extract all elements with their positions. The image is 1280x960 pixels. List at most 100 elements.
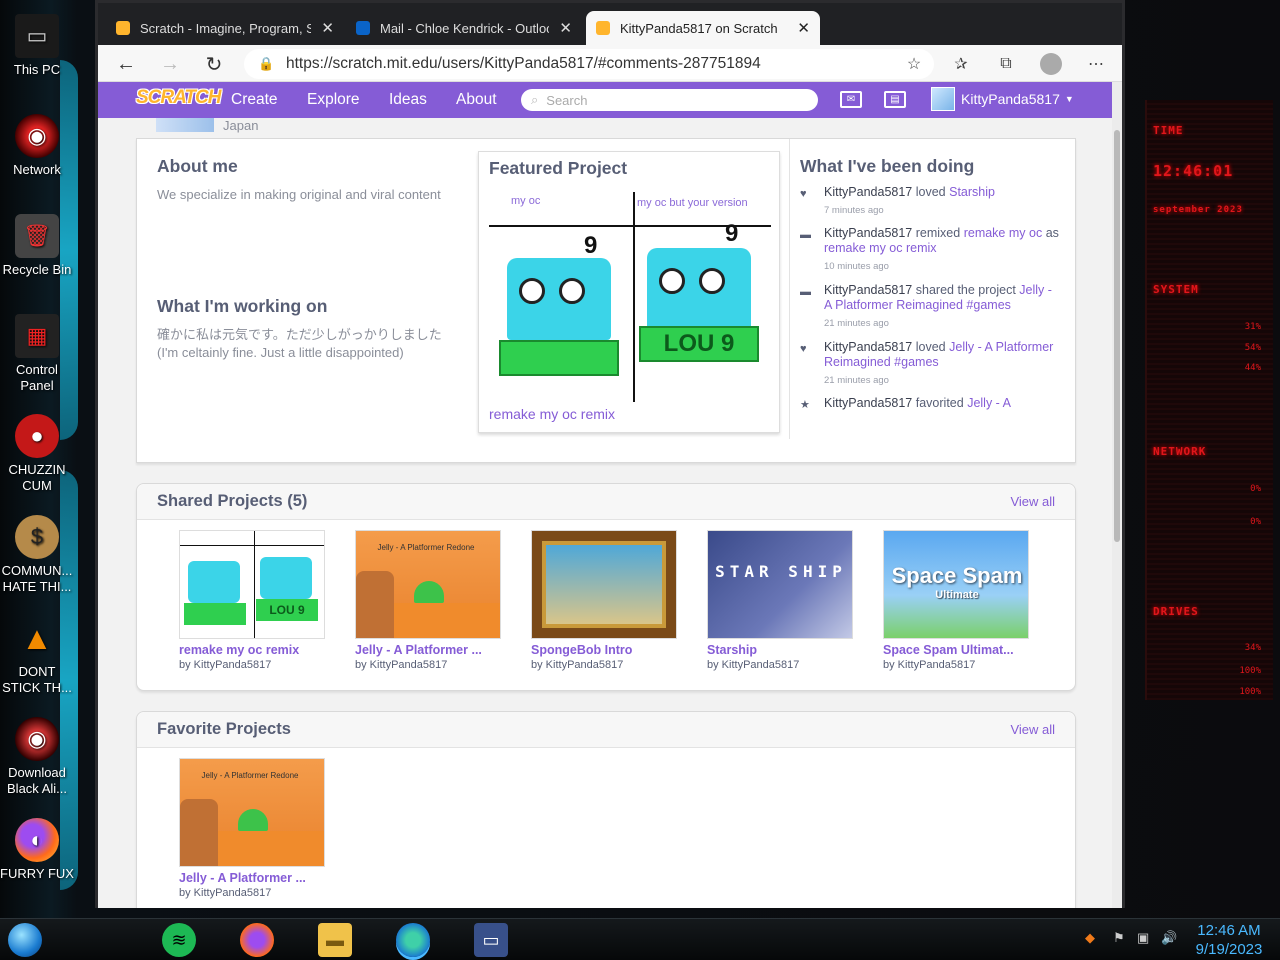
url-field[interactable]: 🔒 https://scratch.mit.edu/users/KittyPan… [244, 49, 934, 79]
browser-window: Scratch - Imagine, Program, Sha ✕ Mail -… [95, 0, 1125, 908]
desktop-icon-network[interactable]: ◉ Network [0, 114, 74, 178]
add-favorite-icon[interactable]: ☆ [901, 51, 927, 77]
project-thumbnail[interactable]: STAR SHIP [707, 530, 853, 639]
project-title[interactable]: Starship [707, 643, 853, 657]
close-tab-icon[interactable]: ✕ [321, 19, 334, 37]
scratch-navbar: SCRATCH Create Explore Ideas About ⌕ Sea… [98, 82, 1112, 118]
flag-icon[interactable]: ⚑ [1113, 930, 1125, 946]
tab-kittypanda[interactable]: KittyPanda5817 on Scratch ✕ [586, 11, 820, 45]
tray-app-icon[interactable]: ◆ [1085, 930, 1095, 946]
start-button[interactable] [8, 923, 42, 957]
project-thumbnail[interactable]: LOU 9 [179, 530, 325, 639]
project-author[interactable]: by KittyPanda5817 [883, 659, 1029, 671]
pirate-painting [542, 541, 666, 628]
nav-about[interactable]: About [456, 91, 497, 109]
activity-panel: What I've been doing ♥ KittyPanda5817 lo… [789, 139, 1075, 439]
widget-drive-value: 100% [1239, 666, 1261, 676]
close-tab-icon[interactable]: ✕ [559, 19, 572, 37]
project-thumbnail[interactable]: Jelly - A Platformer Redone [179, 758, 325, 867]
close-tab-icon[interactable]: ✕ [797, 19, 810, 37]
app-icon[interactable]: ▭ [474, 923, 508, 957]
outlook-favicon-icon [356, 21, 370, 35]
remix-icon: ▬ [800, 229, 811, 241]
desktop-icon-control-panel[interactable]: ▦ Control Panel [0, 314, 74, 394]
desktop-icon-download-black-alien[interactable]: ◉ Download Black Ali... [0, 717, 74, 797]
user-menu[interactable]: KittyPanda5817 ▼ [931, 87, 1074, 111]
network-tray-icon[interactable]: ▣ [1137, 930, 1149, 946]
edge-icon[interactable] [396, 923, 430, 957]
shared-view-all-link[interactable]: View all [1010, 494, 1055, 509]
project-card[interactable]: LOU 9 remake my oc remix by KittyPanda58… [179, 530, 325, 671]
project-card[interactable]: Space Spam Ultimate Space Spam Ultimat..… [883, 530, 1029, 671]
refresh-icon[interactable]: ↻ [201, 51, 227, 77]
project-title[interactable]: Space Spam Ultimat... [883, 643, 1029, 657]
project-thumbnail[interactable] [531, 530, 677, 639]
desktop-icon-dont-stick[interactable]: ▲ DONT STICK TH... [0, 616, 74, 696]
system-monitor-widget: TIME 12:46:01 september 2023 SYSTEM 31% … [1145, 100, 1273, 700]
favorites-view-all-link[interactable]: View all [1010, 722, 1055, 737]
project-author[interactable]: by KittyPanda5817 [179, 887, 325, 899]
profile-location: Japan [223, 118, 259, 133]
project-author[interactable]: by KittyPanda5817 [355, 659, 501, 671]
working-on-text: (I'm celtainly fine. Just a little disap… [157, 345, 404, 360]
project-thumbnail[interactable]: Space Spam Ultimate [883, 530, 1029, 639]
spotify-icon[interactable]: ≋ [162, 923, 196, 957]
project-author[interactable]: by KittyPanda5817 [179, 659, 325, 671]
firefox-icon[interactable] [240, 923, 274, 957]
file-explorer-icon[interactable]: ▬ [318, 923, 352, 957]
project-title[interactable]: SpongeBob Intro [531, 643, 677, 657]
back-icon[interactable]: ← [113, 51, 139, 77]
project-title[interactable]: Jelly - A Platformer ... [179, 871, 325, 885]
featured-project-link[interactable]: remake my oc remix [489, 406, 615, 422]
widget-drives-label: DRIVES [1153, 605, 1199, 618]
system-clock[interactable]: 12:46 AM 9/19/2023 [1186, 921, 1272, 959]
project-title[interactable]: Jelly - A Platformer ... [355, 643, 501, 657]
forward-icon[interactable]: → [157, 51, 183, 77]
favorites-icon[interactable]: ✰ [948, 51, 974, 77]
project-title[interactable]: remake my oc remix [179, 643, 325, 657]
profile-details-box: About me We specialize in making origina… [136, 138, 1076, 463]
this-pc-icon: ▭ [15, 14, 59, 58]
collections-icon[interactable]: ⧉ [993, 51, 1019, 77]
featured-project-card[interactable]: Featured Project my oc my oc but your ve… [478, 151, 780, 433]
project-thumbnail[interactable]: Jelly - A Platformer Redone [355, 530, 501, 639]
messages-icon[interactable]: ✉ [840, 91, 862, 108]
tab-outlook[interactable]: Mail - Chloe Kendrick - Outlook ✕ [346, 11, 582, 45]
widget-network-value: 0% [1250, 517, 1261, 527]
control-panel-icon: ▦ [15, 314, 59, 358]
page-scrollbar[interactable] [1112, 82, 1122, 908]
search-input[interactable]: ⌕ Search [521, 89, 818, 111]
widget-date-value: september 2023 [1153, 205, 1243, 215]
nav-create[interactable]: Create [231, 91, 278, 109]
widget-system-value: 54% [1244, 343, 1261, 353]
scrollbar-thumb[interactable] [1114, 130, 1120, 542]
scratch-logo[interactable]: SCRATCH [136, 87, 221, 109]
project-card[interactable]: Jelly - A Platformer Redone Jelly - A Pl… [355, 530, 501, 671]
project-author[interactable]: by KittyPanda5817 [531, 659, 677, 671]
widget-time-value: 12:46:01 [1153, 162, 1234, 180]
widget-drive-value: 100% [1239, 687, 1261, 697]
project-card[interactable]: SpongeBob Intro by KittyPanda5817 [531, 530, 677, 671]
desktop-icon-commun[interactable]: $ COMMUN... HATE THI... [0, 515, 74, 595]
tab-scratch-home[interactable]: Scratch - Imagine, Program, Sha ✕ [106, 11, 344, 45]
heart-icon: ♥ [800, 188, 807, 200]
desktop-icon-recycle-bin[interactable]: 🗑 Recycle Bin [0, 214, 74, 278]
nav-explore[interactable]: Explore [307, 91, 360, 109]
vlc-cone-icon: ▲ [21, 620, 53, 656]
favorite-projects-box: Favorite Projects View all Jelly - A Pla… [136, 711, 1076, 908]
address-bar: ← → ↻ 🔒 https://scratch.mit.edu/users/Ki… [98, 45, 1122, 82]
desktop-icon-this-pc[interactable]: ▭ This PC [0, 14, 74, 78]
featured-project-thumbnail[interactable]: my oc my oc but your version 9 LOU 9 9 [489, 192, 771, 402]
desktop-icon-chuzzin[interactable]: ● CHUZZIN CUM [0, 414, 74, 494]
nav-ideas[interactable]: Ideas [389, 91, 427, 109]
project-author[interactable]: by KittyPanda5817 [707, 659, 853, 671]
chevron-down-icon: ▼ [1064, 94, 1074, 104]
my-stuff-icon[interactable]: ▤ [884, 91, 906, 108]
project-card[interactable]: Jelly - A Platformer Redone Jelly - A Pl… [179, 758, 325, 899]
desktop-icon-firefox[interactable]: ◐ FURRY FUX [0, 818, 74, 882]
project-card[interactable]: STAR SHIP Starship by KittyPanda5817 [707, 530, 853, 671]
profile-avatar-icon[interactable] [1038, 51, 1064, 77]
volume-icon[interactable]: 🔊 [1161, 930, 1177, 946]
scratch-favicon-icon [116, 21, 130, 35]
more-menu-icon[interactable]: ⋯ [1083, 51, 1109, 77]
